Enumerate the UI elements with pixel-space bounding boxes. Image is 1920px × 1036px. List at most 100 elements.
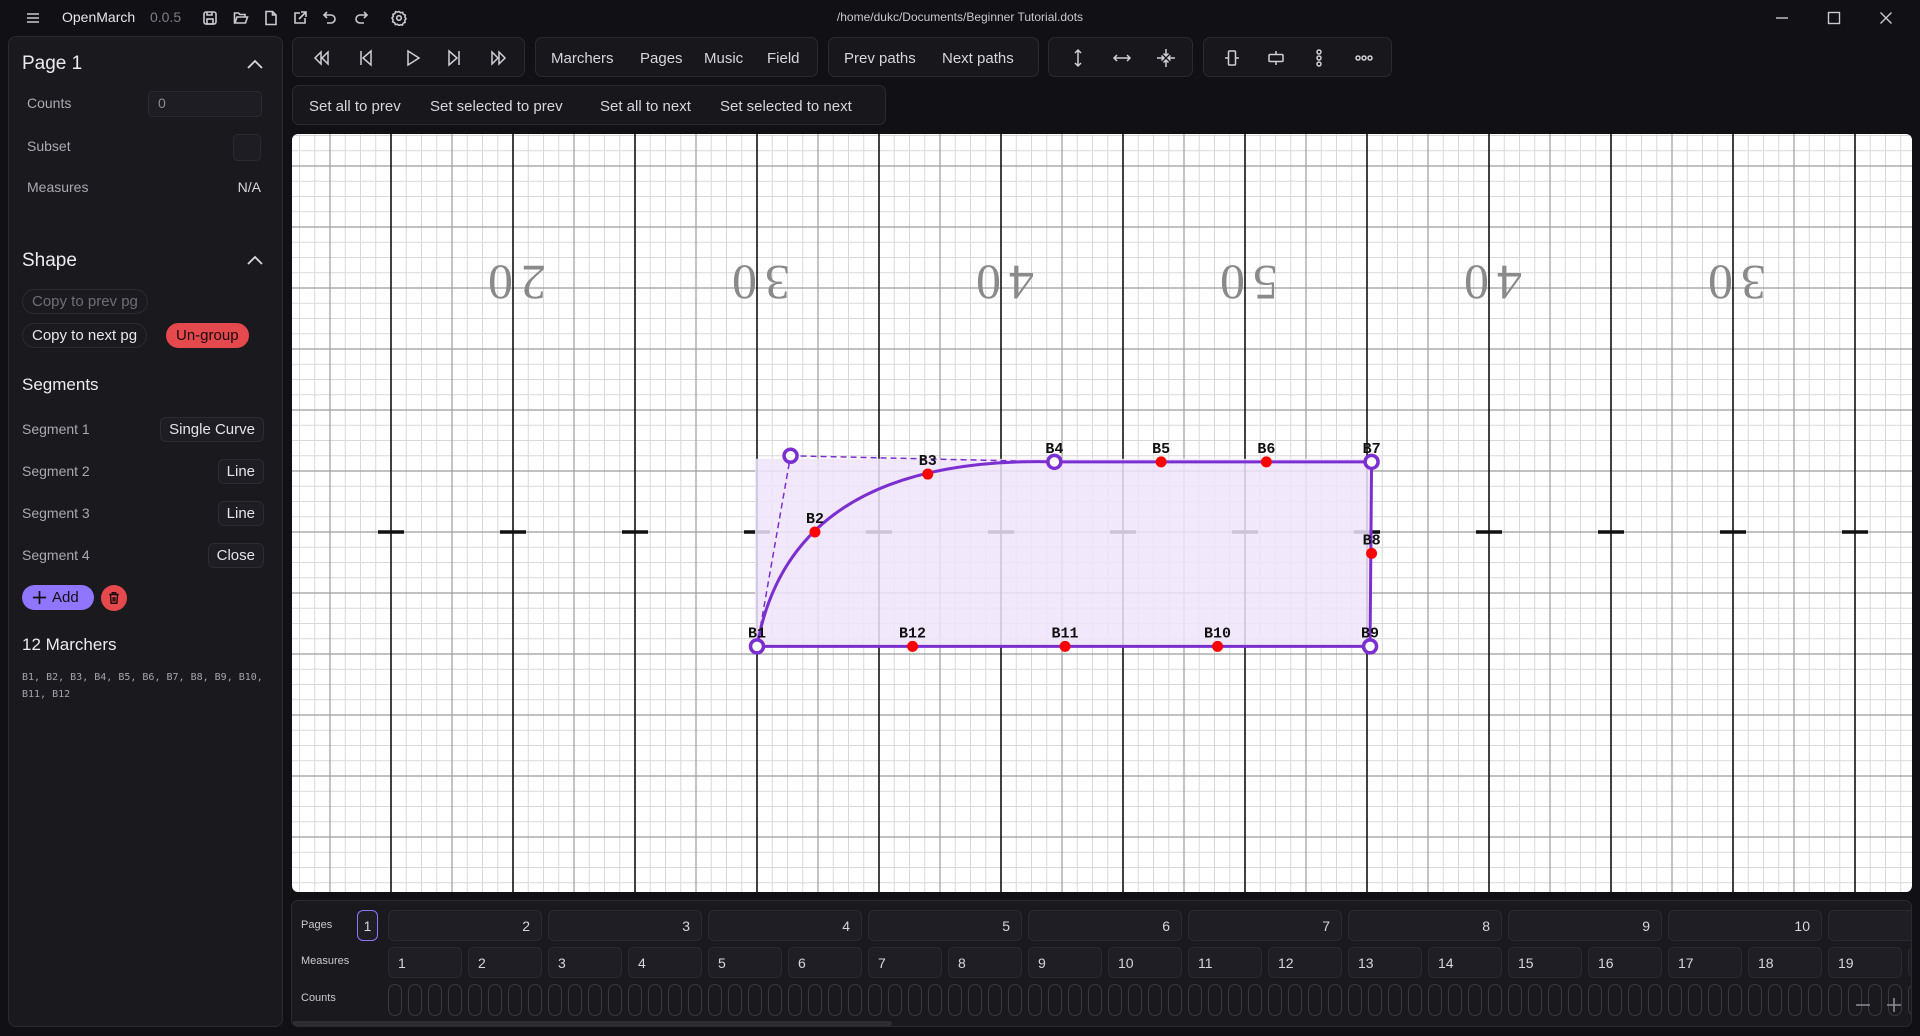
set-all-to-next-button[interactable]: Set all to next: [600, 98, 691, 115]
timeline-count[interactable]: [1148, 984, 1162, 1016]
timeline-measure[interactable]: 12: [1268, 947, 1342, 978]
timeline-count[interactable]: [808, 984, 822, 1016]
timeline-count[interactable]: [1528, 984, 1542, 1016]
timeline-page[interactable]: 7: [1188, 910, 1342, 941]
timeline-count[interactable]: [1028, 984, 1042, 1016]
align-horizontal-line-icon[interactable]: [1266, 48, 1286, 68]
previous-page-icon[interactable]: [356, 48, 376, 68]
timeline-page[interactable]: 6: [1028, 910, 1182, 941]
timeline-measure[interactable]: 15: [1508, 947, 1582, 978]
timeline-count[interactable]: [1188, 984, 1202, 1016]
segment-type-select[interactable]: Line: [217, 459, 264, 484]
set-all-to-prev-button[interactable]: Set all to prev: [309, 98, 401, 115]
timeline-count[interactable]: [1348, 984, 1362, 1016]
timeline-page[interactable]: 3: [548, 910, 702, 941]
timeline-count[interactable]: [1788, 984, 1802, 1016]
timeline-count[interactable]: [1508, 984, 1522, 1016]
timeline-count[interactable]: [1448, 984, 1462, 1016]
timeline-count[interactable]: [1368, 984, 1382, 1016]
timeline-count[interactable]: [1068, 984, 1082, 1016]
timeline-count[interactable]: [1328, 984, 1342, 1016]
timeline-count[interactable]: [1668, 984, 1682, 1016]
timeline-measure[interactable]: 8: [948, 947, 1022, 978]
marcher-b9[interactable]: B9: [1361, 625, 1379, 655]
timeline-count[interactable]: [1128, 984, 1142, 1016]
timeline-count[interactable]: [388, 984, 402, 1016]
timeline-measure[interactable]: 14: [1428, 947, 1502, 978]
flip-vertical-icon[interactable]: [1068, 48, 1088, 68]
timeline-count[interactable]: [908, 984, 922, 1016]
timeline-count[interactable]: [1728, 984, 1742, 1016]
timeline-count[interactable]: [448, 984, 462, 1016]
ungroup-button[interactable]: Un-group: [166, 323, 249, 348]
timeline-count[interactable]: [468, 984, 482, 1016]
timeline-count[interactable]: [928, 984, 942, 1016]
timeline-zoom-out-button[interactable]: [1855, 997, 1871, 1013]
timeline-measure[interactable]: 10: [1108, 947, 1182, 978]
timeline-count[interactable]: [1688, 984, 1702, 1016]
timeline-measure[interactable]: 16: [1588, 947, 1662, 978]
timeline-count[interactable]: [1748, 984, 1762, 1016]
timeline-count[interactable]: [1288, 984, 1302, 1016]
distribute-horizontal-icon[interactable]: [1354, 48, 1374, 68]
timeline-count[interactable]: [1708, 984, 1722, 1016]
timeline-measure[interactable]: 18: [1748, 947, 1822, 978]
timeline-count[interactable]: [1588, 984, 1602, 1016]
timeline-count[interactable]: [788, 984, 802, 1016]
timeline-zoom-in-button[interactable]: [1886, 997, 1902, 1013]
timeline-count[interactable]: [528, 984, 542, 1016]
timeline-scrollbar[interactable]: [292, 1021, 892, 1026]
timeline-count[interactable]: [868, 984, 882, 1016]
timeline-count[interactable]: [948, 984, 962, 1016]
field-button[interactable]: Field: [767, 50, 800, 67]
flip-horizontal-icon[interactable]: [1112, 48, 1132, 68]
timeline-count[interactable]: [1088, 984, 1102, 1016]
timeline-count[interactable]: [648, 984, 662, 1016]
timeline-count[interactable]: [1168, 984, 1182, 1016]
subset-checkbox[interactable]: [233, 134, 261, 161]
timeline-page[interactable]: 10: [1668, 910, 1822, 941]
timeline-count[interactable]: [608, 984, 622, 1016]
jump-to-start-icon[interactable]: [311, 48, 331, 68]
jump-to-end-icon[interactable]: [489, 48, 509, 68]
timeline-count[interactable]: [1808, 984, 1822, 1016]
copy-to-next-page-button[interactable]: Copy to next pg: [22, 323, 148, 348]
timeline-count[interactable]: [428, 984, 442, 1016]
marcher-b1[interactable]: B1: [748, 625, 766, 655]
timeline-measure[interactable]: 11: [1188, 947, 1262, 978]
timeline-count[interactable]: [1108, 984, 1122, 1016]
timeline-count[interactable]: [1408, 984, 1422, 1016]
timeline-count[interactable]: [1428, 984, 1442, 1016]
prev-paths-button[interactable]: Prev paths: [844, 50, 916, 67]
timeline-count[interactable]: [1208, 984, 1222, 1016]
timeline-count[interactable]: [1388, 984, 1402, 1016]
timeline-count[interactable]: [1228, 984, 1242, 1016]
timeline-count[interactable]: [968, 984, 982, 1016]
timeline-count[interactable]: [728, 984, 742, 1016]
timeline-count[interactable]: [1908, 984, 1911, 1016]
timeline-count[interactable]: [1628, 984, 1642, 1016]
timeline-count[interactable]: [708, 984, 722, 1016]
set-selected-to-next-button[interactable]: Set selected to next: [720, 98, 852, 115]
timeline-page[interactable]: [1828, 910, 1911, 941]
timeline-measure[interactable]: 7: [868, 947, 942, 978]
timeline-count[interactable]: [1608, 984, 1622, 1016]
timeline-count[interactable]: [768, 984, 782, 1016]
timeline-count[interactable]: [628, 984, 642, 1016]
timeline-page[interactable]: 8: [1348, 910, 1502, 941]
set-selected-to-prev-button[interactable]: Set selected to prev: [430, 98, 563, 115]
timeline-count[interactable]: [488, 984, 502, 1016]
timeline-count[interactable]: [1468, 984, 1482, 1016]
timeline-count[interactable]: [668, 984, 682, 1016]
timeline-page[interactable]: 5: [868, 910, 1022, 941]
timeline-count[interactable]: [848, 984, 862, 1016]
timeline-count[interactable]: [1308, 984, 1322, 1016]
timeline-count[interactable]: [408, 984, 422, 1016]
play-icon[interactable]: [403, 48, 423, 68]
timeline-measure[interactable]: 4: [628, 947, 702, 978]
next-paths-button[interactable]: Next paths: [942, 50, 1014, 67]
timeline-measure[interactable]: 1: [388, 947, 462, 978]
timeline-count[interactable]: [888, 984, 902, 1016]
timeline-page[interactable]: 4: [708, 910, 862, 941]
timeline-count[interactable]: [548, 984, 562, 1016]
